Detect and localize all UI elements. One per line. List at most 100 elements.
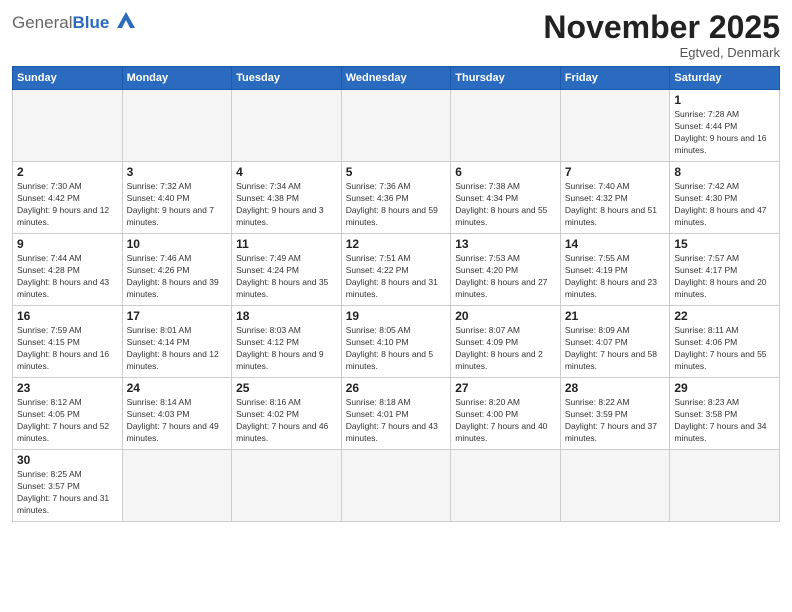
sun-info: Sunrise: 7:49 AMSunset: 4:24 PMDaylight:… xyxy=(236,253,337,301)
sun-info: Sunrise: 8:01 AMSunset: 4:14 PMDaylight:… xyxy=(127,325,228,373)
sun-info: Sunrise: 7:40 AMSunset: 4:32 PMDaylight:… xyxy=(565,181,666,229)
sun-info: Sunrise: 7:28 AMSunset: 4:44 PMDaylight:… xyxy=(674,109,775,157)
weekday-sunday: Sunday xyxy=(13,67,123,90)
day-number: 12 xyxy=(346,237,447,251)
day-cell: 10Sunrise: 7:46 AMSunset: 4:26 PMDayligh… xyxy=(122,234,232,306)
day-cell: 30 Sunrise: 8:25 AMSunset: 3:57 PMDayligh… xyxy=(13,450,123,522)
sun-info: Sunrise: 7:59 AMSunset: 4:15 PMDaylight:… xyxy=(17,325,118,373)
day-number: 30 xyxy=(17,453,118,467)
day-cell xyxy=(560,450,670,522)
day-number: 24 xyxy=(127,381,228,395)
sun-info: Sunrise: 8:07 AMSunset: 4:09 PMDaylight:… xyxy=(455,325,556,373)
sun-info: Sunrise: 7:32 AMSunset: 4:40 PMDaylight:… xyxy=(127,181,228,229)
sun-info: Sunrise: 7:36 AMSunset: 4:36 PMDaylight:… xyxy=(346,181,447,229)
day-number: 9 xyxy=(17,237,118,251)
sun-info: Sunrise: 8:03 AMSunset: 4:12 PMDaylight:… xyxy=(236,325,337,373)
day-cell xyxy=(670,450,780,522)
day-cell: 20 Sunrise: 8:07 AMSunset: 4:09 PMDayligh… xyxy=(451,306,561,378)
weekday-saturday: Saturday xyxy=(670,67,780,90)
sun-info: Sunrise: 8:11 AMSunset: 4:06 PMDaylight:… xyxy=(674,325,775,373)
day-cell: 8Sunrise: 7:42 AMSunset: 4:30 PMDaylight… xyxy=(670,162,780,234)
day-number: 18 xyxy=(236,309,337,323)
day-number: 14 xyxy=(565,237,666,251)
day-number: 25 xyxy=(236,381,337,395)
sun-info: Sunrise: 7:42 AMSunset: 4:30 PMDaylight:… xyxy=(674,181,775,229)
week-row-1: 1 Sunrise: 7:28 AMSunset: 4:44 PMDaylight… xyxy=(13,90,780,162)
week-row-4: 16 Sunrise: 7:59 AMSunset: 4:15 PMDayligh… xyxy=(13,306,780,378)
month-title: November 2025 xyxy=(543,10,780,45)
day-cell: 12 Sunrise: 7:51 AMSunset: 4:22 PMDayligh… xyxy=(341,234,451,306)
day-number: 20 xyxy=(455,309,556,323)
day-number: 2 xyxy=(17,165,118,179)
day-number: 21 xyxy=(565,309,666,323)
day-number: 11 xyxy=(236,237,337,251)
day-cell: 15 Sunrise: 7:57 AMSunset: 4:17 PMDayligh… xyxy=(670,234,780,306)
day-cell: 4 Sunrise: 7:34 AMSunset: 4:38 PMDaylight… xyxy=(232,162,342,234)
sun-info: Sunrise: 8:05 AMSunset: 4:10 PMDaylight:… xyxy=(346,325,447,373)
sun-info: Sunrise: 8:20 AMSunset: 4:00 PMDaylight:… xyxy=(455,397,556,445)
week-row-6: 30 Sunrise: 8:25 AMSunset: 3:57 PMDayligh… xyxy=(13,450,780,522)
day-cell: 21 Sunrise: 8:09 AMSunset: 4:07 PMDayligh… xyxy=(560,306,670,378)
day-cell xyxy=(122,450,232,522)
logo-general: General xyxy=(12,13,72,32)
day-number: 27 xyxy=(455,381,556,395)
sun-info: Sunrise: 8:25 AMSunset: 3:57 PMDaylight:… xyxy=(17,469,118,517)
weekday-thursday: Thursday xyxy=(451,67,561,90)
day-cell: 2 Sunrise: 7:30 AMSunset: 4:42 PMDaylight… xyxy=(13,162,123,234)
day-cell: 7 Sunrise: 7:40 AMSunset: 4:32 PMDaylight… xyxy=(560,162,670,234)
logo-blue: Blue xyxy=(72,13,109,32)
day-number: 15 xyxy=(674,237,775,251)
logo: GeneralBlue xyxy=(12,10,141,36)
logo-icon xyxy=(111,6,141,36)
day-cell: 17 Sunrise: 8:01 AMSunset: 4:14 PMDayligh… xyxy=(122,306,232,378)
day-cell: 16 Sunrise: 7:59 AMSunset: 4:15 PMDayligh… xyxy=(13,306,123,378)
sun-info: Sunrise: 8:12 AMSunset: 4:05 PMDaylight:… xyxy=(17,397,118,445)
day-cell xyxy=(341,450,451,522)
sun-info: Sunrise: 8:16 AMSunset: 4:02 PMDaylight:… xyxy=(236,397,337,445)
day-number: 16 xyxy=(17,309,118,323)
day-cell: 11 Sunrise: 7:49 AMSunset: 4:24 PMDayligh… xyxy=(232,234,342,306)
calendar-table: SundayMondayTuesdayWednesdayThursdayFrid… xyxy=(12,66,780,522)
day-cell: 27 Sunrise: 8:20 AMSunset: 4:00 PMDayligh… xyxy=(451,378,561,450)
day-cell: 18 Sunrise: 8:03 AMSunset: 4:12 PMDayligh… xyxy=(232,306,342,378)
calendar-page: GeneralBlue November 2025 Egtved, Denmar… xyxy=(0,0,792,612)
day-cell xyxy=(560,90,670,162)
day-cell: 3 Sunrise: 7:32 AMSunset: 4:40 PMDaylight… xyxy=(122,162,232,234)
sun-info: Sunrise: 7:30 AMSunset: 4:42 PMDaylight:… xyxy=(17,181,118,229)
day-cell xyxy=(122,90,232,162)
weekday-monday: Monday xyxy=(122,67,232,90)
header: GeneralBlue November 2025 Egtved, Denmar… xyxy=(12,10,780,60)
day-number: 1 xyxy=(674,93,775,107)
sun-info: Sunrise: 7:51 AMSunset: 4:22 PMDaylight:… xyxy=(346,253,447,301)
week-row-5: 23Sunrise: 8:12 AMSunset: 4:05 PMDayligh… xyxy=(13,378,780,450)
day-number: 6 xyxy=(455,165,556,179)
day-cell: 1 Sunrise: 7:28 AMSunset: 4:44 PMDaylight… xyxy=(670,90,780,162)
day-cell: 25 Sunrise: 8:16 AMSunset: 4:02 PMDayligh… xyxy=(232,378,342,450)
day-number: 5 xyxy=(346,165,447,179)
sun-info: Sunrise: 7:34 AMSunset: 4:38 PMDaylight:… xyxy=(236,181,337,229)
sun-info: Sunrise: 8:18 AMSunset: 4:01 PMDaylight:… xyxy=(346,397,447,445)
day-number: 17 xyxy=(127,309,228,323)
day-cell xyxy=(341,90,451,162)
sun-info: Sunrise: 8:14 AMSunset: 4:03 PMDaylight:… xyxy=(127,397,228,445)
day-number: 28 xyxy=(565,381,666,395)
sun-info: Sunrise: 8:23 AMSunset: 3:58 PMDaylight:… xyxy=(674,397,775,445)
day-number: 4 xyxy=(236,165,337,179)
day-cell xyxy=(232,450,342,522)
day-cell xyxy=(451,450,561,522)
weekday-friday: Friday xyxy=(560,67,670,90)
sun-info: Sunrise: 7:57 AMSunset: 4:17 PMDaylight:… xyxy=(674,253,775,301)
day-cell: 23Sunrise: 8:12 AMSunset: 4:05 PMDayligh… xyxy=(13,378,123,450)
day-number: 7 xyxy=(565,165,666,179)
title-block: November 2025 Egtved, Denmark xyxy=(543,10,780,60)
weekday-header-row: SundayMondayTuesdayWednesdayThursdayFrid… xyxy=(13,67,780,90)
sun-info: Sunrise: 8:09 AMSunset: 4:07 PMDaylight:… xyxy=(565,325,666,373)
day-number: 3 xyxy=(127,165,228,179)
day-number: 29 xyxy=(674,381,775,395)
day-cell: 26Sunrise: 8:18 AMSunset: 4:01 PMDayligh… xyxy=(341,378,451,450)
day-number: 19 xyxy=(346,309,447,323)
sun-info: Sunrise: 7:53 AMSunset: 4:20 PMDaylight:… xyxy=(455,253,556,301)
day-number: 13 xyxy=(455,237,556,251)
day-cell: 9Sunrise: 7:44 AMSunset: 4:28 PMDaylight… xyxy=(13,234,123,306)
sun-info: Sunrise: 7:38 AMSunset: 4:34 PMDaylight:… xyxy=(455,181,556,229)
